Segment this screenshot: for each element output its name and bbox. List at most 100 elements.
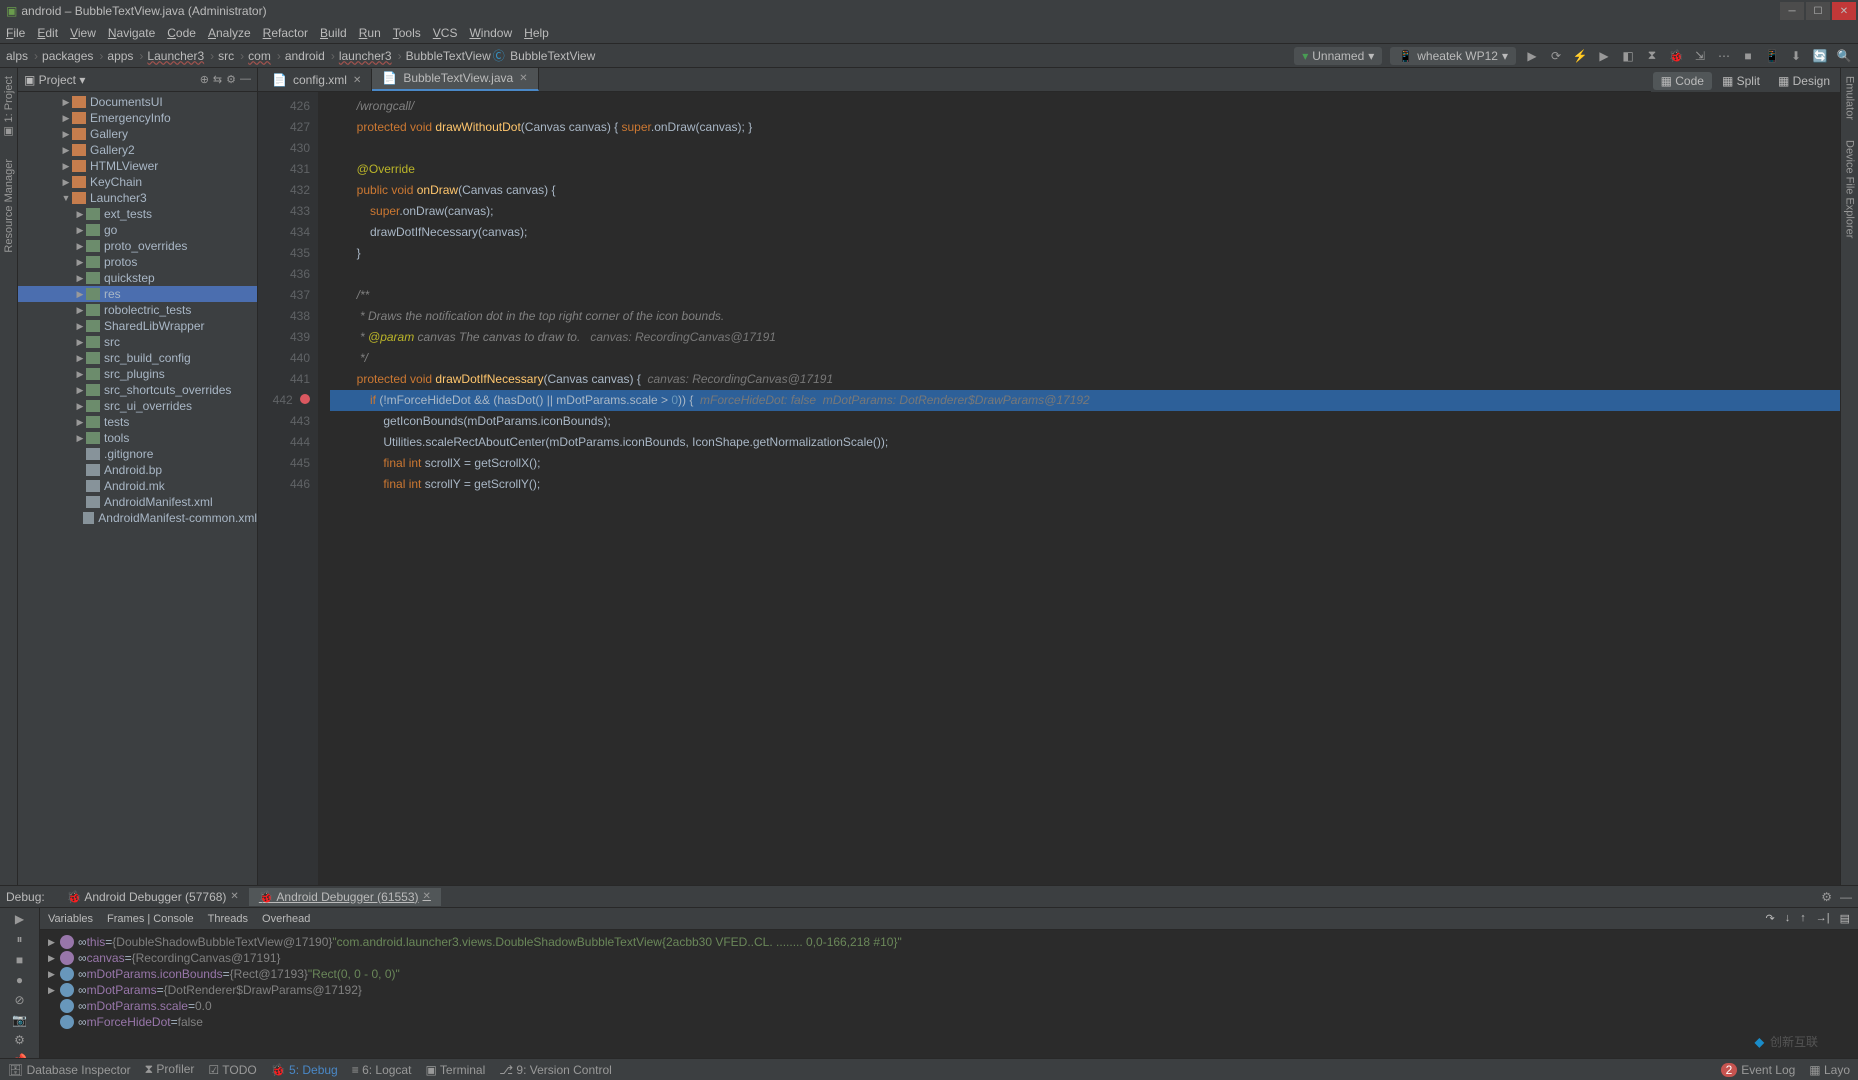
avd-icon[interactable]: 📱	[1764, 48, 1780, 64]
breadcrumb-item[interactable]: alps	[6, 49, 28, 63]
tree-item-tests[interactable]: ▶tests	[18, 414, 257, 430]
breadcrumb-item[interactable]: BubbleTextView	[406, 49, 491, 63]
tree-item-KeyChain[interactable]: ▶KeyChain	[18, 174, 257, 190]
step-icons[interactable]: ↷ ↓ ↑ →| ▤	[1766, 912, 1850, 925]
run-to-cursor-icon[interactable]: →|	[1816, 912, 1830, 925]
project-tree[interactable]: ▶DocumentsUI▶EmergencyInfo▶Gallery▶Galle…	[18, 92, 257, 885]
menu-refactor[interactable]: Refactor	[263, 26, 308, 40]
debug-session-tab[interactable]: 🐞 Android Debugger (57768) ✕	[57, 888, 249, 906]
variable-row[interactable]: ∞ mDotParams.scale = 0.0	[48, 998, 1850, 1014]
tree-item-tools[interactable]: ▶tools	[18, 430, 257, 446]
editor-tab[interactable]: 📄config.xml✕	[262, 69, 372, 91]
settings-debug-icon[interactable]: ⚙	[10, 1033, 30, 1047]
sdk-icon[interactable]: ⬇	[1788, 48, 1804, 64]
stop-debug-icon[interactable]: ■	[10, 953, 30, 967]
breadcrumb-item[interactable]: launcher3	[339, 49, 392, 63]
view-mode-split[interactable]: ▦ Split	[1714, 72, 1768, 90]
attach-icon[interactable]: ⇲	[1692, 48, 1708, 64]
tree-item-ext_tests[interactable]: ▶ext_tests	[18, 206, 257, 222]
search-icon[interactable]: 🔍	[1836, 48, 1852, 64]
tree-item-Launcher3[interactable]: ▼Launcher3	[18, 190, 257, 206]
menu-help[interactable]: Help	[524, 26, 549, 40]
view-mode-code[interactable]: ▦ Code	[1653, 72, 1712, 90]
tree-item-.gitignore[interactable]: .gitignore	[18, 446, 257, 462]
profiler-icon[interactable]: ⧗	[1644, 48, 1660, 64]
breadcrumb-item[interactable]: src	[218, 49, 234, 63]
device-selector[interactable]: 📱 wheatek WP12 ▾	[1390, 47, 1516, 65]
tree-item-AndroidManifest.xml[interactable]: AndroidManifest.xml	[18, 494, 257, 510]
variable-row[interactable]: ▶∞ mDotParams = {DotRenderer$DrawParams@…	[48, 982, 1850, 998]
device-explorer-tool-button[interactable]: Device File Explorer	[1844, 140, 1856, 238]
status-tool-version-control[interactable]: ⎇ 9: Version Control	[499, 1063, 612, 1077]
debug-subtab[interactable]: Threads	[208, 913, 248, 925]
menu-build[interactable]: Build	[320, 26, 347, 40]
camera-icon[interactable]: 📷	[10, 1013, 30, 1027]
layout-inspector[interactable]: ▦ Layo	[1809, 1063, 1850, 1077]
pause-icon[interactable]: ⏸	[10, 932, 30, 947]
variable-row[interactable]: ▶∞ mDotParams.iconBounds = {Rect@17193} …	[48, 966, 1850, 982]
maximize-button[interactable]: ☐	[1806, 2, 1830, 20]
debug-subtab[interactable]: Variables	[48, 913, 93, 925]
coverage-icon[interactable]: ◧	[1620, 48, 1636, 64]
status-tool-profiler[interactable]: ⧗ Profiler	[145, 1062, 195, 1077]
tree-item-quickstep[interactable]: ▶quickstep	[18, 270, 257, 286]
tree-item-go[interactable]: ▶go	[18, 222, 257, 238]
menu-file[interactable]: File	[6, 26, 25, 40]
run-icon[interactable]: ▶	[1524, 48, 1540, 64]
project-view-selector[interactable]: ▣ Project ▾	[24, 73, 85, 87]
apply-changes-icon[interactable]: ⟳	[1548, 48, 1564, 64]
menu-tools[interactable]: Tools	[393, 26, 421, 40]
editor-tab[interactable]: 📄BubbleTextView.java✕	[372, 68, 538, 91]
menu-analyze[interactable]: Analyze	[208, 26, 251, 40]
tree-item-Android.mk[interactable]: Android.mk	[18, 478, 257, 494]
resource-manager-tool-button[interactable]: Resource Manager	[3, 159, 15, 253]
tree-item-HTMLViewer[interactable]: ▶HTMLViewer	[18, 158, 257, 174]
mute-bp-icon[interactable]: ⊘	[10, 993, 30, 1007]
debug-session-tab[interactable]: 🐞 Android Debugger (61553) ✕	[249, 888, 441, 906]
menu-view[interactable]: View	[70, 26, 96, 40]
tree-item-src_ui_overrides[interactable]: ▶src_ui_overrides	[18, 398, 257, 414]
tree-item-SharedLibWrapper[interactable]: ▶SharedLibWrapper	[18, 318, 257, 334]
tree-item-robolectric_tests[interactable]: ▶robolectric_tests	[18, 302, 257, 318]
variable-row[interactable]: ▶∞ canvas = {RecordingCanvas@17191}	[48, 950, 1850, 966]
step-into-icon[interactable]: ↓	[1785, 912, 1791, 925]
menu-window[interactable]: Window	[469, 26, 512, 40]
tree-item-EmergencyInfo[interactable]: ▶EmergencyInfo	[18, 110, 257, 126]
tree-item-DocumentsUI[interactable]: ▶DocumentsUI	[18, 94, 257, 110]
menu-edit[interactable]: Edit	[37, 26, 58, 40]
menu-vcs[interactable]: VCS	[433, 26, 458, 40]
debug-hide-icon[interactable]: —	[1840, 890, 1852, 904]
tree-item-src_shortcuts_overrides[interactable]: ▶src_shortcuts_overrides	[18, 382, 257, 398]
debug-subtab[interactable]: Frames | Console	[107, 913, 194, 925]
tree-item-src[interactable]: ▶src	[18, 334, 257, 350]
tree-item-Gallery[interactable]: ▶Gallery	[18, 126, 257, 142]
breadcrumb-item[interactable]: apps	[107, 49, 133, 63]
tree-item-Android.bp[interactable]: Android.bp	[18, 462, 257, 478]
breadcrumb-item[interactable]: Launcher3	[147, 49, 204, 63]
code-content[interactable]: /wrongcall/ protected void drawWithoutDo…	[318, 92, 1840, 885]
view-mode-design[interactable]: ▦ Design	[1770, 72, 1838, 90]
variable-row[interactable]: ∞ mForceHideDot = false	[48, 1014, 1850, 1030]
breakpoints-icon[interactable]: ●	[10, 973, 30, 987]
breadcrumb-item[interactable]: com	[248, 49, 271, 63]
debug-run-icon[interactable]: ▶	[1596, 48, 1612, 64]
minimize-button[interactable]: ─	[1780, 2, 1804, 20]
tree-item-AndroidManifest-common.xml[interactable]: AndroidManifest-common.xml	[18, 510, 257, 526]
settings-icon[interactable]: ⚙	[226, 73, 236, 86]
tree-item-src_plugins[interactable]: ▶src_plugins	[18, 366, 257, 382]
variables-view[interactable]: ▶∞ this = {DoubleShadowBubbleTextView@17…	[40, 930, 1858, 1058]
close-button[interactable]: ✕	[1832, 2, 1856, 20]
status-tool-terminal[interactable]: ▣ Terminal	[425, 1063, 485, 1077]
tree-item-src_build_config[interactable]: ▶src_build_config	[18, 350, 257, 366]
step-over-icon[interactable]: ↷	[1766, 912, 1775, 925]
more-icon[interactable]: ⋯	[1716, 48, 1732, 64]
status-tool-debug[interactable]: 🐞 5: Debug	[271, 1063, 338, 1077]
variable-row[interactable]: ▶∞ this = {DoubleShadowBubbleTextView@17…	[48, 934, 1850, 950]
menu-code[interactable]: Code	[167, 26, 196, 40]
tree-item-protos[interactable]: ▶protos	[18, 254, 257, 270]
locate-icon[interactable]: ⊕	[200, 73, 209, 86]
tree-item-proto_overrides[interactable]: ▶proto_overrides	[18, 238, 257, 254]
line-gutter[interactable]: 4264274304314324334344354364374384394404…	[258, 92, 318, 885]
event-log[interactable]: 2 Event Log	[1721, 1063, 1796, 1077]
resume-icon[interactable]: ▶	[10, 912, 30, 926]
